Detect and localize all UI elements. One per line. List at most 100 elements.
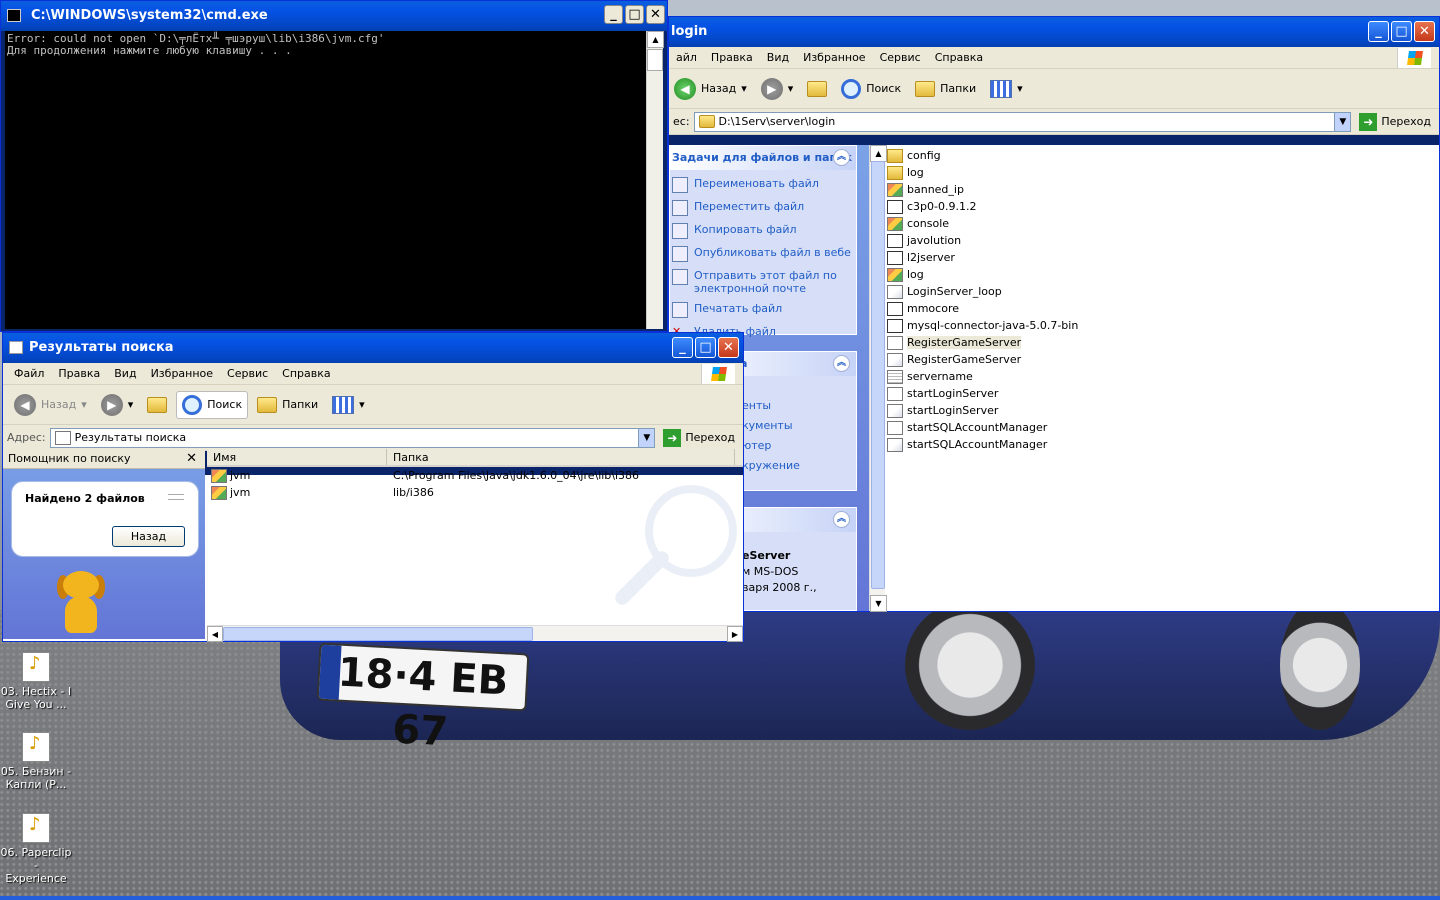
folders-button[interactable]: Папки	[910, 78, 981, 100]
file-item[interactable]: RegisterGameServer	[885, 334, 1425, 351]
address-dropdown-button[interactable]: ▼	[638, 428, 655, 447]
table-row[interactable]: jvm C:\Program Files\Java\jdk1.6.0_04\jr…	[207, 467, 743, 484]
forward-button[interactable]: ▶ ▾	[756, 75, 799, 103]
file-item[interactable]: RegisterGameServer	[885, 351, 1425, 368]
minimize-icon[interactable]	[168, 494, 184, 500]
results-hscrollbar[interactable]: ◀ ▶	[207, 625, 743, 642]
collapse-chevron-icon[interactable]: ︽	[833, 511, 850, 528]
scroll-up-button[interactable]: ▲	[647, 31, 664, 48]
maximize-button[interactable]: □	[625, 5, 644, 24]
views-button[interactable]: ▾	[985, 77, 1028, 101]
file-item[interactable]: banned_ip	[885, 181, 1425, 198]
menu-file[interactable]: айл	[669, 51, 704, 64]
assistant-back-button[interactable]: Назад	[112, 526, 185, 547]
minimize-button[interactable]: _	[604, 5, 623, 24]
desktop-icon-benzin[interactable]: 05. Бензин - Капли (Р...	[0, 732, 72, 791]
search-titlebar[interactable]: Результаты поиска _ □ ✕	[3, 333, 743, 363]
menu-tools[interactable]: Сервис	[873, 51, 928, 64]
file-item[interactable]: servername	[885, 368, 1425, 385]
address-input[interactable]: Результаты поиска ▼	[49, 427, 656, 448]
file-item[interactable]: startLoginServer	[885, 385, 1425, 402]
collapse-chevron-icon[interactable]: ︽	[833, 149, 850, 166]
task-print[interactable]: Печатать файл	[670, 299, 856, 322]
file-item[interactable]: l2jserver	[885, 249, 1425, 266]
back-button[interactable]: ◀ Назад ▾	[669, 75, 752, 103]
up-folder-button[interactable]	[802, 78, 832, 100]
go-button[interactable]: ➜ Переход	[1355, 112, 1435, 131]
file-item[interactable]: startLoginServer	[885, 402, 1425, 419]
minimize-button[interactable]: _	[1368, 21, 1389, 42]
menu-help[interactable]: Справка	[275, 367, 337, 380]
file-item[interactable]: config	[885, 147, 1425, 164]
login-explorer-window[interactable]: login _ □ ✕ айл Правка Вид Избранное Сер…	[668, 16, 1440, 612]
go-button[interactable]: ➜ Переход	[659, 428, 739, 447]
other-place-link[interactable]: кументы	[742, 416, 856, 436]
other-place-link[interactable]: енты	[742, 396, 856, 416]
desktop-icon-paperclip[interactable]: 06. Paperclip - Experience	[0, 813, 72, 885]
login-titlebar[interactable]: login _ □ ✕	[669, 17, 1439, 47]
task-copy[interactable]: Копировать файл	[670, 220, 856, 243]
task-label: Отправить этот файл по электронной почте	[694, 269, 837, 295]
file-item[interactable]: startSQLAccountManager	[885, 419, 1425, 436]
task-publish[interactable]: Опубликовать файл в вебе	[670, 243, 856, 266]
close-icon[interactable]: ✕	[186, 449, 197, 469]
menu-view[interactable]: Вид	[107, 367, 143, 380]
back-button[interactable]: ◀ Назад ▾	[9, 391, 92, 419]
cmd-titlebar[interactable]: C:\WINDOWS\system32\cmd.exe _ □ ✕	[1, 1, 667, 31]
task-email[interactable]: Отправить этот файл по электронной почте	[670, 266, 856, 299]
search-button[interactable]: Поиск	[836, 76, 906, 102]
file-item[interactable]: startSQLAccountManager	[885, 436, 1425, 453]
file-item[interactable]: log	[885, 164, 1425, 181]
column-name[interactable]: Имя	[207, 449, 387, 465]
file-item[interactable]: log	[885, 266, 1425, 283]
scroll-thumb[interactable]	[647, 49, 663, 71]
menu-view[interactable]: Вид	[760, 51, 796, 64]
task-move[interactable]: Переместить файл	[670, 197, 856, 220]
search-results-window[interactable]: Результаты поиска _ □ ✕ Файл Правка Вид …	[2, 332, 744, 642]
file-item[interactable]: mmocore	[885, 300, 1425, 317]
up-folder-button[interactable]	[142, 394, 172, 416]
close-button[interactable]: ✕	[1414, 21, 1435, 42]
other-place-link[interactable]: кружение	[742, 456, 856, 476]
forward-button[interactable]: ▶ ▾	[96, 391, 139, 419]
other-place-link[interactable]: ютер	[742, 436, 856, 456]
scroll-thumb[interactable]	[871, 161, 885, 589]
scroll-left-button[interactable]: ◀	[207, 626, 223, 642]
console-scrollbar[interactable]: ▲	[646, 31, 664, 329]
taskpane-scrollbar[interactable]: ▲ ▼	[869, 145, 887, 612]
file-item[interactable]: javolution	[885, 232, 1425, 249]
scroll-right-button[interactable]: ▶	[727, 626, 743, 642]
folders-button[interactable]: Папки	[252, 394, 323, 416]
task-rename[interactable]: Переименовать файл	[670, 174, 856, 197]
file-item[interactable]: console	[885, 215, 1425, 232]
search-dog-icon[interactable]	[57, 571, 105, 635]
menu-help[interactable]: Справка	[928, 51, 990, 64]
minimize-button[interactable]: _	[672, 337, 693, 358]
collapse-chevron-icon[interactable]: ︽	[833, 355, 850, 372]
menu-edit[interactable]: Правка	[704, 51, 760, 64]
file-item[interactable]: c3p0-0.9.1.2	[885, 198, 1425, 215]
menu-file[interactable]: Файл	[7, 367, 51, 380]
menu-tools[interactable]: Сервис	[220, 367, 275, 380]
desktop-icon-hectix[interactable]: 03. Hectix - I Give You ...	[0, 652, 72, 711]
scroll-thumb[interactable]	[223, 627, 533, 641]
views-button[interactable]: ▾	[327, 393, 370, 417]
search-button[interactable]: Поиск	[176, 390, 249, 419]
maximize-button[interactable]: □	[1391, 21, 1412, 42]
file-item[interactable]: LoginServer_loop	[885, 283, 1425, 300]
menu-favorites[interactable]: Избранное	[144, 367, 220, 380]
close-button[interactable]: ✕	[718, 337, 739, 358]
address-input[interactable]: D:\1Serv\server\login ▼	[693, 111, 1352, 132]
close-button[interactable]: ✕	[646, 5, 665, 24]
console-output[interactable]: Error: could not open `D:\╤лЁтх╨ ╤шэруш\…	[5, 31, 647, 329]
file-tasks-header[interactable]: Задачи для файлов и папок ︽	[670, 146, 856, 170]
cmd-window[interactable]: C:\WINDOWS\system32\cmd.exe _ □ ✕ Error:…	[0, 0, 668, 332]
column-folder[interactable]: Папка	[387, 449, 735, 465]
taskbar[interactable]	[0, 896, 1440, 900]
address-dropdown-button[interactable]: ▼	[1334, 112, 1351, 131]
menu-edit[interactable]: Правка	[51, 367, 107, 380]
file-item[interactable]: mysql-connector-java-5.0.7-bin	[885, 317, 1425, 334]
bat-file-icon	[887, 403, 903, 418]
menu-favorites[interactable]: Избранное	[796, 51, 872, 64]
maximize-button[interactable]: □	[695, 337, 716, 358]
